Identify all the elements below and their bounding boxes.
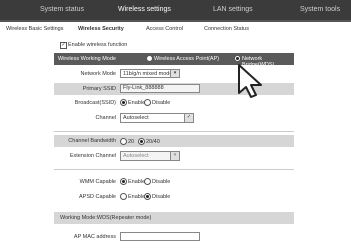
channel-bandwidth-label: Channel Bandwidth bbox=[68, 138, 116, 144]
chevron-down-icon: ✓ bbox=[184, 114, 193, 122]
wds-section-title: Working Mode:WDS(Repeater mode) bbox=[60, 215, 152, 221]
subnav-connection-status[interactable]: Connection Status bbox=[204, 22, 249, 36]
channel-bandwidth-row: Channel Bandwidth 20 20/40 bbox=[54, 135, 294, 147]
working-mode-ap-radio[interactable] bbox=[146, 55, 154, 62]
radio-on-icon bbox=[144, 193, 151, 200]
network-mode-select[interactable]: 11b/g/n mixed mode ▾ bbox=[120, 69, 180, 78]
enable-wireless-label: Enable wireless function bbox=[68, 42, 128, 48]
apsd-enable-label: Enable bbox=[128, 193, 146, 200]
broadcast-disable-label: Disable bbox=[152, 99, 171, 106]
section-divider bbox=[54, 131, 294, 132]
working-mode-wds-radio[interactable] bbox=[234, 55, 242, 62]
enable-wireless-checkbox[interactable]: ✓ bbox=[60, 42, 67, 49]
primary-ssid-label: Primary SSID bbox=[82, 86, 116, 92]
radio-off-icon bbox=[120, 193, 127, 200]
broadcast-label: Broadcast(SSID) bbox=[74, 100, 116, 106]
nav-wireless-settings[interactable]: Wireless settings bbox=[118, 0, 171, 20]
radio-on-icon bbox=[138, 138, 145, 145]
channel-value: Autoselect bbox=[123, 115, 149, 121]
top-navigation-bar: System status Wireless settings LAN sett… bbox=[0, 0, 351, 22]
nav-lan-settings[interactable]: LAN settings bbox=[213, 0, 253, 20]
primary-ssid-input[interactable]: Fly-Link_888888 bbox=[120, 84, 200, 93]
section-divider bbox=[54, 169, 294, 170]
network-mode-value: 11b/g/n mixed mode bbox=[123, 71, 173, 77]
radio-on-icon bbox=[120, 99, 127, 106]
extension-channel-row: Extension Channel Autoselect ▾ bbox=[54, 151, 294, 163]
sub-navigation: Wireless Basic Settings Wireless Securit… bbox=[0, 22, 351, 38]
radio-off-icon bbox=[120, 138, 127, 145]
broadcast-enable-option[interactable]: Enable bbox=[120, 99, 145, 106]
mouse-cursor-icon bbox=[238, 64, 262, 98]
enable-wireless-row: ✓ Enable wireless function bbox=[54, 41, 294, 50]
working-mode-label: Wireless Working Mode bbox=[58, 56, 116, 62]
radio-on-icon bbox=[120, 178, 127, 185]
channel-label: Channel bbox=[95, 115, 117, 121]
bandwidth-20-label: 20 bbox=[128, 138, 135, 145]
broadcast-enable-label: Enable bbox=[128, 99, 146, 106]
bandwidth-20-40-option[interactable]: 20/40 bbox=[138, 138, 160, 145]
checkmark-icon: ✓ bbox=[60, 42, 67, 49]
apsd-enable-option[interactable]: Enable bbox=[120, 193, 145, 200]
extension-channel-select[interactable]: Autoselect ▾ bbox=[120, 151, 180, 161]
radio-off-icon bbox=[144, 178, 151, 185]
bandwidth-20-40-label: 20/40 bbox=[146, 138, 160, 145]
wds-section-header: Working Mode:WDS(Repeater mode) bbox=[54, 212, 294, 224]
apsd-disable-option[interactable]: Disable bbox=[144, 193, 170, 200]
wmm-row: WMM Capable Enable Disable bbox=[54, 177, 294, 187]
channel-row: Channel Autoselect ✓ bbox=[54, 113, 294, 125]
apsd-row: APSD Capable Enable Disable bbox=[54, 192, 294, 202]
wmm-disable-label: Disable bbox=[152, 178, 171, 185]
ap-mac-input[interactable] bbox=[120, 232, 200, 241]
broadcast-row: Broadcast(SSID) Enable Disable bbox=[54, 98, 294, 108]
primary-ssid-value: Fly-Link_888888 bbox=[123, 85, 164, 91]
subnav-wireless-basic-settings[interactable]: Wireless Basic Settings bbox=[6, 22, 63, 36]
radio-off-icon bbox=[146, 55, 153, 62]
broadcast-disable-option[interactable]: Disable bbox=[144, 99, 170, 106]
extension-channel-label: Extension Channel bbox=[69, 153, 116, 159]
channel-select[interactable]: Autoselect ✓ bbox=[120, 113, 194, 123]
ap-mac-label: AP MAC address bbox=[73, 234, 116, 240]
radio-on-icon bbox=[234, 55, 241, 62]
extension-channel-value: Autoselect bbox=[123, 153, 149, 159]
apsd-label: APSD Capable bbox=[79, 194, 116, 200]
wmm-enable-option[interactable]: Enable bbox=[120, 178, 145, 185]
chevron-down-icon: ▾ bbox=[170, 70, 179, 77]
subnav-access-control[interactable]: Access Control bbox=[146, 22, 183, 36]
ap-mac-row: AP MAC address bbox=[54, 232, 294, 242]
network-mode-label: Network Mode bbox=[80, 71, 116, 77]
working-mode-ap-label: Wireless Access Point(AP) bbox=[154, 56, 220, 62]
bandwidth-20-option[interactable]: 20 bbox=[120, 138, 134, 145]
chevron-down-icon: ▾ bbox=[170, 152, 179, 160]
wmm-enable-label: Enable bbox=[128, 178, 146, 185]
wmm-disable-option[interactable]: Disable bbox=[144, 178, 170, 185]
nav-system-status[interactable]: System status bbox=[40, 0, 84, 20]
radio-off-icon bbox=[144, 99, 151, 106]
wmm-label: WMM Capable bbox=[79, 179, 116, 185]
apsd-disable-label: Disable bbox=[152, 193, 171, 200]
nav-system-tools[interactable]: System tools bbox=[300, 0, 340, 20]
